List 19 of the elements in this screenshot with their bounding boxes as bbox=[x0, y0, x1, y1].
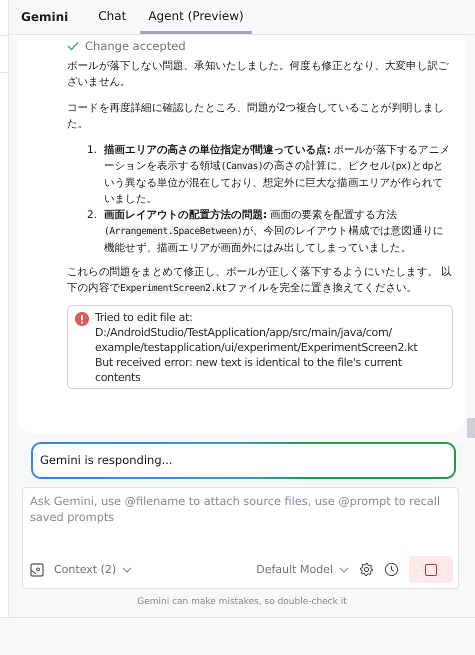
list-number: 1. bbox=[87, 143, 98, 158]
panel-title: Gemini bbox=[21, 10, 68, 24]
error-text: example/testapplication/ui/experiment/ExperimentScreen2.kt bbox=[95, 340, 418, 355]
list-item-text: 描画エリアの高さの単位指定が間違っている点: ボールが落下するアニメーションを表示する領域(Canvas)の高さの計算に、ピクセル(px)と dpという異なる単位が混在しており、想定外に巨大な描画エリアが作られていました。 bbox=[104, 142, 451, 207]
error-text: But received error: new text is identical to the file's current contents bbox=[95, 355, 403, 385]
model-dropdown[interactable]: Default Model bbox=[256, 563, 349, 576]
error-text: D:/AndroidStudio/TestApplication/app/src/main/java/com/ bbox=[95, 325, 393, 340]
list-item-text: 画面レイアウトの配置方法の問題: 画面の要素を配置する方法 (Arrangement.SpaceBetween)が、今回のレイアウト構成では意図通りに機能せず、描画エリアが画面外にはみ出してしまっていました。 bbox=[104, 208, 445, 256]
tab[interactable]: Chat bbox=[90, 0, 134, 34]
prompt-field[interactable]: Ask Gemini, use @filename to attach source files, use @prompt to recall saved prompts Context (2) Default Model bbox=[22, 487, 459, 589]
disclaimer-text: Gemini can make mistakes, so double-check it bbox=[136, 597, 348, 607]
context-dropdown[interactable]: Context (2) bbox=[54, 563, 132, 576]
message-paragraph: コードを再度詳細に確認したところ、問題が2つ複合していることが判明しました。 bbox=[67, 101, 446, 132]
list-number: 2. bbox=[87, 208, 98, 223]
message-paragraph: これらの問題をまとめて修正し、ボールが正しく落下するようにいたします。 以下の内容でExperimentScreen2.ktファイルを完全に置き換えてください。 bbox=[67, 265, 453, 296]
status-text: Change accepted bbox=[85, 39, 186, 53]
message-paragraph: ボールが落下しない問題、承知いたしました。何度も修正となり、大変申し訳ございません。 bbox=[67, 59, 450, 90]
error-text: Tried to edit file at: bbox=[95, 310, 194, 325]
responding-text: Gemini is responding... bbox=[33, 444, 454, 477]
